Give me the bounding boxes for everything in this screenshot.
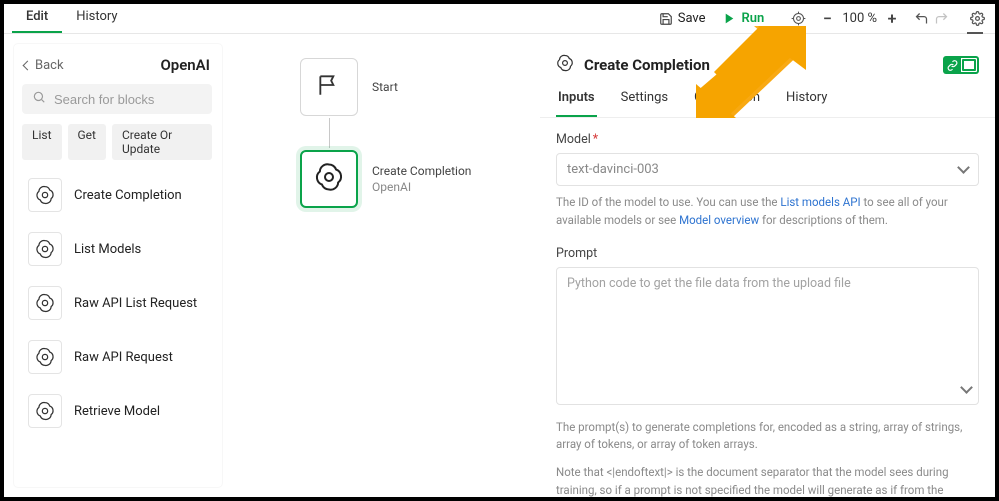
tab-connection[interactable]: Connection bbox=[692, 90, 762, 117]
search-icon bbox=[32, 90, 46, 108]
search-input-wrap[interactable] bbox=[22, 84, 212, 114]
top-toolbar: Edit History Save Run − 100 % + bbox=[4, 4, 995, 34]
block-raw-api-request[interactable]: Raw API Request bbox=[22, 332, 212, 382]
openai-icon bbox=[314, 162, 344, 196]
panel-badge[interactable] bbox=[943, 56, 979, 74]
target-icon[interactable] bbox=[790, 11, 806, 27]
node-connector bbox=[329, 118, 330, 148]
link-list-models-api[interactable]: List models API bbox=[780, 195, 860, 209]
tab-history[interactable]: History bbox=[62, 3, 131, 33]
block-label: List Models bbox=[74, 242, 141, 257]
block-label: Raw API List Request bbox=[74, 296, 197, 311]
panel-title: Create Completion bbox=[584, 56, 710, 74]
flag-icon bbox=[316, 72, 342, 102]
openai-icon bbox=[28, 340, 62, 374]
model-select-value: text-davinci-003 bbox=[567, 162, 659, 177]
block-list: Create Completion List Models Raw API Li… bbox=[22, 170, 212, 436]
panel-body: Model* text-davinci-003 The ID of the mo… bbox=[540, 118, 995, 497]
model-select[interactable]: text-davinci-003 bbox=[556, 153, 979, 186]
play-icon bbox=[722, 11, 738, 27]
model-field-label: Model* bbox=[556, 132, 979, 147]
openai-icon bbox=[28, 286, 62, 320]
properties-panel: Create Completion Inputs Settings Connec… bbox=[540, 34, 995, 497]
block-palette: Back OpenAI List Get Create Or Update bbox=[4, 34, 232, 497]
block-label: Retrieve Model bbox=[74, 404, 160, 419]
node-start-labels: Start bbox=[372, 80, 398, 94]
link-icon bbox=[943, 56, 961, 74]
openai-icon bbox=[28, 178, 62, 212]
tab-inputs[interactable]: Inputs bbox=[556, 90, 597, 117]
run-label: Run bbox=[742, 11, 765, 26]
block-list-models[interactable]: List Models bbox=[22, 224, 212, 274]
save-icon bbox=[658, 11, 674, 27]
openai-icon bbox=[556, 54, 574, 76]
node-title: Create Completion bbox=[372, 164, 471, 178]
block-label: Create Completion bbox=[74, 188, 182, 203]
model-help-text: The ID of the model to use. You can use … bbox=[556, 194, 979, 230]
chip-list[interactable]: List bbox=[22, 124, 62, 160]
search-input[interactable] bbox=[54, 92, 202, 107]
chip-get[interactable]: Get bbox=[68, 124, 106, 160]
flow-canvas[interactable]: Start Create Completion OpenAI bbox=[232, 34, 540, 497]
save-button[interactable]: Save bbox=[652, 7, 712, 31]
zoom-in-button[interactable]: + bbox=[883, 9, 901, 28]
tab-panel-history[interactable]: History bbox=[784, 90, 829, 117]
gear-icon[interactable] bbox=[969, 11, 985, 27]
zoom-level: 100 % bbox=[842, 11, 877, 26]
prompt-field-label: Prompt bbox=[556, 246, 979, 261]
panel-tabs: Inputs Settings Connection History bbox=[540, 80, 995, 118]
node-create-completion[interactable]: Create Completion OpenAI bbox=[300, 150, 471, 208]
palette-title: OpenAI bbox=[160, 56, 210, 74]
link-model-overview[interactable]: Model overview bbox=[679, 213, 759, 227]
block-create-completion[interactable]: Create Completion bbox=[22, 170, 212, 220]
block-label: Raw API Request bbox=[74, 350, 173, 365]
editor-mode-tabs: Edit History bbox=[12, 4, 132, 33]
save-label: Save bbox=[678, 11, 706, 26]
back-label: Back bbox=[35, 58, 64, 73]
rectangle-icon bbox=[961, 56, 979, 74]
chip-create-update[interactable]: Create Or Update bbox=[112, 124, 212, 160]
node-subtitle: OpenAI bbox=[372, 180, 471, 194]
chevron-down-icon[interactable] bbox=[961, 385, 971, 395]
node-labels: Create Completion OpenAI bbox=[372, 164, 471, 194]
run-button[interactable]: Run bbox=[716, 7, 771, 31]
node-create-completion-tile[interactable] bbox=[300, 150, 358, 208]
tab-edit[interactable]: Edit bbox=[12, 3, 62, 33]
node-start-tile[interactable] bbox=[300, 58, 358, 116]
chevron-left-icon bbox=[24, 58, 31, 73]
undo-icon[interactable] bbox=[913, 11, 929, 27]
block-raw-api-list[interactable]: Raw API List Request bbox=[22, 278, 212, 328]
zoom-controls: − 100 % + bbox=[818, 9, 901, 28]
redo-icon[interactable] bbox=[933, 11, 949, 27]
minimize-panel-button[interactable] bbox=[967, 32, 983, 34]
node-start[interactable]: Start bbox=[300, 58, 398, 116]
tab-settings[interactable]: Settings bbox=[619, 90, 670, 117]
prompt-help-2: Note that <|endoftext|> is the document … bbox=[556, 464, 979, 497]
block-retrieve-model[interactable]: Retrieve Model bbox=[22, 386, 212, 436]
filter-chips: List Get Create Or Update bbox=[22, 124, 212, 160]
prompt-help-1: The prompt(s) to generate completions fo… bbox=[556, 419, 979, 455]
workspace: Back OpenAI List Get Create Or Update bbox=[4, 34, 995, 497]
back-button[interactable]: Back bbox=[24, 58, 64, 73]
zoom-out-button[interactable]: − bbox=[818, 9, 836, 28]
node-title: Start bbox=[372, 80, 398, 94]
prompt-textarea[interactable] bbox=[556, 267, 979, 405]
openai-icon bbox=[28, 394, 62, 428]
openai-icon bbox=[28, 232, 62, 266]
chevron-down-icon bbox=[958, 165, 968, 175]
